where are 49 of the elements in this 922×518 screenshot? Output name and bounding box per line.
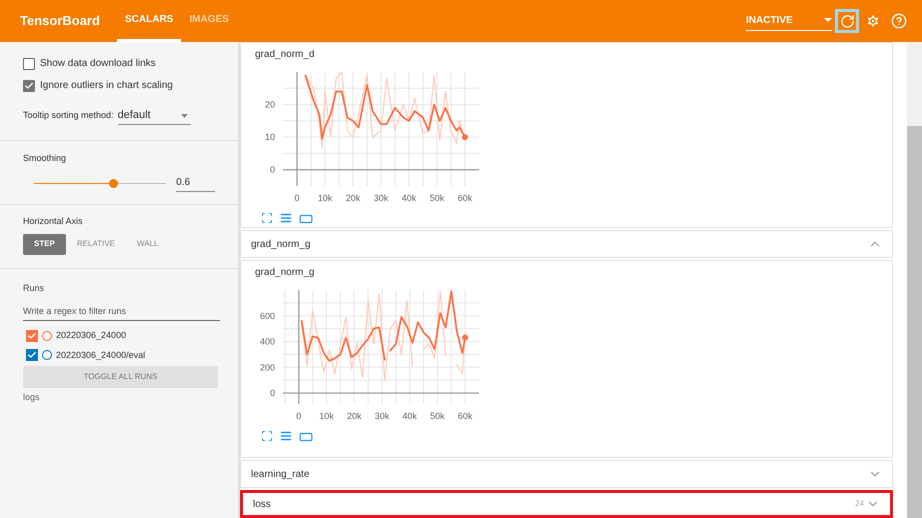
y-tick-label: 10 [264,132,275,142]
x-tick-label: 20k [346,193,360,203]
sort-dropdown[interactable]: default [118,107,191,125]
toggle-all-runs-button[interactable]: TOGGLE ALL RUNS [23,366,218,388]
group-count: 24 [855,498,864,510]
checkbox-label: Show data download links [40,57,156,71]
run-name: 20220306_24000 [56,329,126,342]
tooltip-sort-label: Tooltip sorting method: [23,109,114,122]
group-header[interactable]: grad_norm_g [240,230,893,258]
x-tick-label: 20k [347,411,362,421]
group-header[interactable]: learning_rate [240,460,893,488]
y-tick-label: 400 [260,336,275,347]
logs-label: logs [23,391,41,404]
y-tick-label: 0 [270,388,275,398]
x-tick-label: 40k [402,193,416,203]
smoothing-value-field[interactable]: 0.6 [176,174,215,192]
runs-filter-field[interactable]: Write a regex to filter runs [23,304,220,321]
app-title: TensorBoard [20,12,101,30]
x-tick-label: 60k [458,411,472,421]
x-tick-label: 0 [296,411,302,421]
chart-title: grad_norm_d [255,48,316,62]
runs-label: Runs [23,282,46,295]
axis-option[interactable]: STEP [23,234,66,254]
axis-option[interactable]: RELATIVE [66,234,126,254]
x-tick-label: 10k [318,193,332,203]
nav-tab[interactable]: SCALARS [117,0,182,42]
checkbox-label: Ignore outliers in chart scaling [40,79,173,93]
axis-option[interactable]: WALL [126,234,170,254]
x-tick-label: 50k [430,411,445,421]
y-tick-label: 20 [264,100,275,110]
group-title: loss [253,498,271,512]
y-tick-label: 0 [270,164,275,175]
y-tick-label: 600 [260,310,275,321]
run-name: 20220306_24000/eval [56,348,146,362]
x-tick-label: 10k [319,411,334,421]
group-title: grad_norm_g [251,238,310,252]
x-tick-label: 30k [374,193,388,203]
x-tick-label: 30k [374,411,390,421]
group-title: learning_rate [251,468,310,482]
status-dropdown[interactable]: INACTIVE [746,11,832,31]
x-tick-label: 50k [430,193,444,203]
x-tick-label: 60k [458,193,472,203]
horizontal-axis-label: Horizontal Axis [23,215,84,228]
y-tick-label: 200 [260,362,275,372]
chart-title: grad_norm_g [255,266,316,280]
smoothing-label: Smoothing [23,152,68,165]
group-header[interactable]: loss 24 [240,490,893,518]
x-tick-label: 40k [402,411,417,421]
x-tick-label: 0 [294,193,300,203]
